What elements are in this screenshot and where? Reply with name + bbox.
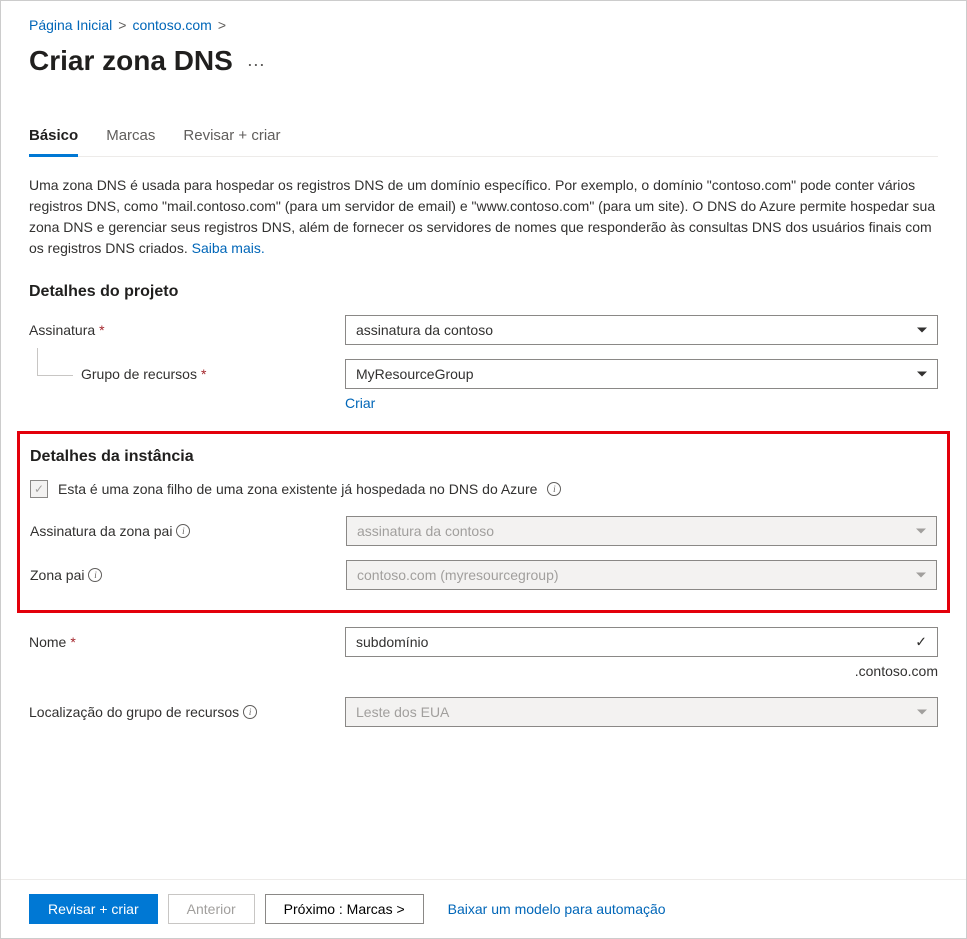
parent-zone-select: contoso.com (myresourcegroup) bbox=[346, 560, 937, 590]
check-icon: ✓ bbox=[915, 634, 927, 651]
footer-actions: Revisar + criar Anterior Próximo : Marca… bbox=[1, 879, 966, 938]
download-template-link[interactable]: Baixar um modelo para automação bbox=[448, 901, 666, 917]
tabs: Básico Marcas Revisar + criar bbox=[29, 123, 938, 157]
tab-basic[interactable]: Básico bbox=[29, 123, 78, 157]
instance-details-highlight: Detalhes da instância ✓ Esta é uma zona … bbox=[17, 431, 950, 613]
subscription-select[interactable]: assinatura da contoso bbox=[345, 315, 938, 345]
page-title: Criar zona DNS bbox=[29, 45, 233, 77]
name-input[interactable]: subdomínio ✓ bbox=[345, 627, 938, 657]
info-icon[interactable]: i bbox=[547, 482, 561, 496]
info-icon[interactable]: i bbox=[176, 524, 190, 538]
location-label: Localização do grupo de recursos i bbox=[29, 704, 345, 720]
chevron-right-icon: > bbox=[218, 17, 226, 33]
breadcrumb-parent[interactable]: contoso.com bbox=[132, 17, 211, 33]
name-suffix: .contoso.com bbox=[29, 663, 938, 679]
description-text: Uma zona DNS é usada para hospedar os re… bbox=[29, 175, 938, 259]
info-icon[interactable]: i bbox=[243, 705, 257, 719]
chevron-down-icon bbox=[917, 328, 927, 333]
child-zone-checkbox[interactable]: ✓ bbox=[30, 480, 48, 498]
info-icon[interactable]: i bbox=[88, 568, 102, 582]
previous-button: Anterior bbox=[168, 894, 255, 924]
breadcrumb: Página Inicial > contoso.com > bbox=[29, 17, 938, 33]
next-button[interactable]: Próximo : Marcas > bbox=[265, 894, 424, 924]
location-select: Leste dos EUA bbox=[345, 697, 938, 727]
section-project-details: Detalhes do projeto bbox=[29, 283, 938, 301]
section-instance-details: Detalhes da instância bbox=[30, 448, 937, 466]
create-new-resource-group-link[interactable]: Criar bbox=[345, 395, 375, 411]
learn-more-link[interactable]: Saiba mais. bbox=[192, 240, 265, 256]
chevron-right-icon: > bbox=[118, 17, 126, 33]
subscription-label: Assinatura * bbox=[29, 322, 345, 338]
chevron-down-icon bbox=[916, 529, 926, 534]
child-zone-label: Esta é uma zona filho de uma zona existe… bbox=[58, 481, 537, 497]
name-label: Nome * bbox=[29, 634, 345, 650]
breadcrumb-home[interactable]: Página Inicial bbox=[29, 17, 112, 33]
chevron-down-icon bbox=[917, 372, 927, 377]
review-create-button[interactable]: Revisar + criar bbox=[29, 894, 158, 924]
parent-subscription-select: assinatura da contoso bbox=[346, 516, 937, 546]
resource-group-select[interactable]: MyResourceGroup bbox=[345, 359, 938, 389]
parent-zone-label: Zona pai i bbox=[30, 567, 346, 583]
tab-tags[interactable]: Marcas bbox=[106, 123, 155, 157]
tab-review-create[interactable]: Revisar + criar bbox=[183, 123, 280, 157]
chevron-down-icon bbox=[916, 573, 926, 578]
parent-subscription-label: Assinatura da zona pai i bbox=[30, 523, 346, 539]
more-actions-icon[interactable]: ⋯ bbox=[247, 47, 266, 76]
chevron-down-icon bbox=[917, 710, 927, 715]
resource-group-label: Grupo de recursos * bbox=[29, 366, 345, 382]
